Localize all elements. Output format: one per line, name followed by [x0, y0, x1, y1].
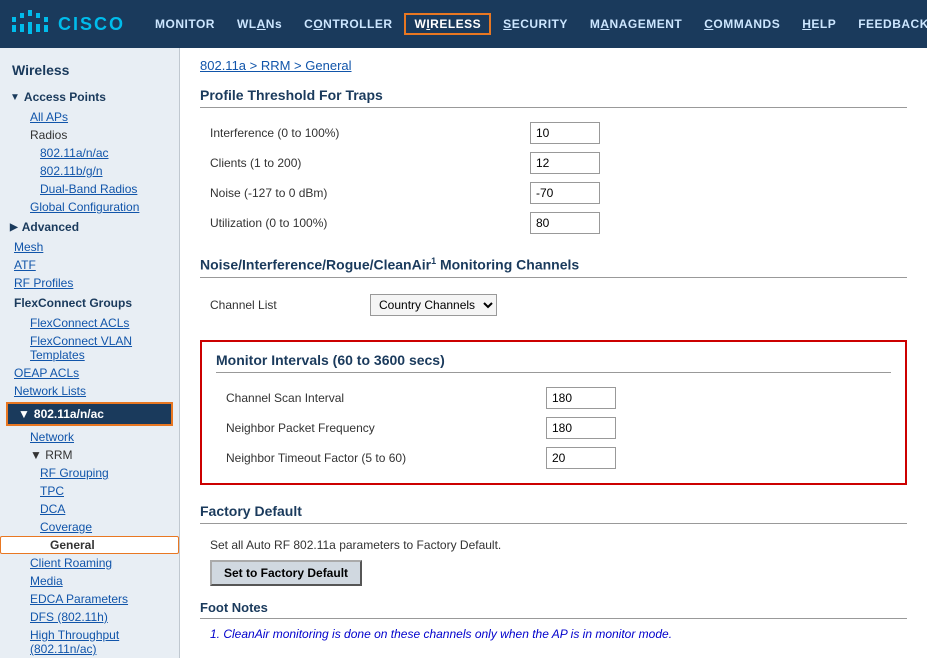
- nav-item-help[interactable]: HELP: [792, 13, 846, 35]
- footnotes-header: Foot Notes: [200, 600, 907, 619]
- expand-arrow-advanced-icon: ▶: [10, 222, 18, 233]
- main-content: 802.11a > RRM > General Profile Threshol…: [180, 48, 927, 658]
- neighbor-timeout-input[interactable]: [546, 447, 616, 469]
- top-navigation: CISCO MONITOR WLANs CONTROLLER WIRELESS …: [0, 0, 927, 48]
- noise-label: Noise (-127 to 0 dBm): [210, 186, 530, 200]
- sidebar-item-all-aps[interactable]: All APs: [0, 108, 179, 126]
- clients-input[interactable]: [530, 152, 600, 174]
- noise-row: Noise (-127 to 0 dBm): [200, 178, 907, 208]
- neighbor-packet-label: Neighbor Packet Frequency: [226, 421, 546, 435]
- noise-monitoring-section: Noise/Interference/Rogue/CleanAir1 Monit…: [200, 256, 907, 322]
- sidebar-item-advanced[interactable]: ▶ Advanced: [0, 216, 179, 238]
- nav-item-commands[interactable]: COMMANDS: [694, 13, 790, 35]
- footnote-1-text: 1. CleanAir monitoring is done on these …: [200, 625, 907, 643]
- nav-item-management[interactable]: MANAGEMENT: [580, 13, 692, 35]
- page-container: Wireless ▼ Access Points All APs Radios …: [0, 48, 927, 658]
- monitor-intervals-section: Monitor Intervals (60 to 3600 secs) Chan…: [200, 340, 907, 485]
- neighbor-timeout-label: Neighbor Timeout Factor (5 to 60): [226, 451, 546, 465]
- sidebar-item-dualband-radios[interactable]: Dual-Band Radios: [0, 180, 179, 198]
- neighbor-packet-input[interactable]: [546, 417, 616, 439]
- sidebar-item-access-points[interactable]: ▼ Access Points: [0, 86, 179, 108]
- sidebar-item-flexconnect-acls[interactable]: FlexConnect ACLs: [0, 314, 179, 332]
- channel-list-select[interactable]: Country Channels All Channels: [370, 294, 497, 316]
- sidebar-group-80211a[interactable]: ▼ 802.11a/n/ac: [6, 402, 173, 426]
- clients-label: Clients (1 to 200): [210, 156, 530, 170]
- rrm-arrow-icon: ▼: [30, 448, 45, 462]
- factory-default-header: Factory Default: [200, 503, 907, 524]
- profile-threshold-section: Profile Threshold For Traps Interference…: [200, 87, 907, 238]
- channel-list-label: Channel List: [210, 298, 360, 312]
- sidebar-item-coverage[interactable]: Coverage: [0, 518, 179, 536]
- sidebar-item-general[interactable]: General: [0, 536, 179, 554]
- sidebar-item-radios[interactable]: Radios: [0, 126, 179, 144]
- cisco-logo-text: CISCO: [58, 14, 125, 35]
- sidebar-item-media[interactable]: Media: [0, 572, 179, 590]
- nav-item-wlans[interactable]: WLANs: [227, 13, 292, 35]
- sidebar-item-global-config[interactable]: Global Configuration: [0, 198, 179, 216]
- profile-threshold-header: Profile Threshold For Traps: [200, 87, 907, 108]
- channel-scan-row: Channel Scan Interval: [216, 383, 891, 413]
- sidebar-item-atf[interactable]: ATF: [0, 256, 179, 274]
- nav-item-security[interactable]: SECURITY: [493, 13, 578, 35]
- cisco-logo-icon: [10, 8, 50, 41]
- channel-list-row: Channel List Country Channels All Channe…: [200, 288, 907, 322]
- utilization-row: Utilization (0 to 100%): [200, 208, 907, 238]
- nav-item-monitor[interactable]: MONITOR: [145, 13, 225, 35]
- sidebar-item-tpc[interactable]: TPC: [0, 482, 179, 500]
- nav-item-feedback[interactable]: FEEDBACK: [848, 13, 927, 35]
- utilization-label: Utilization (0 to 100%): [210, 216, 530, 230]
- logo-area: CISCO: [10, 8, 125, 41]
- neighbor-timeout-row: Neighbor Timeout Factor (5 to 60): [216, 443, 891, 473]
- sidebar-item-oeap-acls[interactable]: OEAP ACLs: [0, 364, 179, 382]
- sidebar-item-edca-parameters[interactable]: EDCA Parameters: [0, 590, 179, 608]
- monitor-intervals-header: Monitor Intervals (60 to 3600 secs): [216, 352, 891, 373]
- group-arrow-icon: ▼: [18, 407, 30, 421]
- interference-label: Interference (0 to 100%): [210, 126, 530, 140]
- sidebar-title: Wireless: [0, 56, 179, 86]
- sidebar-item-high-throughput[interactable]: High Throughput (802.11n/ac): [0, 626, 179, 658]
- noise-monitoring-header: Noise/Interference/Rogue/CleanAir1 Monit…: [200, 256, 907, 278]
- breadcrumb[interactable]: 802.11a > RRM > General: [200, 58, 907, 73]
- footnotes-section: Foot Notes 1. CleanAir monitoring is don…: [200, 600, 907, 643]
- factory-default-text: Set all Auto RF 802.11a parameters to Fa…: [200, 534, 907, 560]
- nav-item-wireless[interactable]: WIRELESS: [404, 13, 491, 35]
- sidebar-item-network[interactable]: Network: [0, 428, 179, 446]
- sidebar-item-rrm[interactable]: ▼ RRM: [0, 446, 179, 464]
- expand-arrow-icon: ▼: [10, 92, 20, 103]
- channel-scan-input[interactable]: [546, 387, 616, 409]
- clients-row: Clients (1 to 200): [200, 148, 907, 178]
- sidebar-item-dca[interactable]: DCA: [0, 500, 179, 518]
- sidebar-item-flexconnect-groups[interactable]: FlexConnect Groups: [0, 292, 179, 314]
- sidebar-item-flexconnect-vlan[interactable]: FlexConnect VLAN Templates: [0, 332, 179, 364]
- sidebar-item-rf-profiles[interactable]: RF Profiles: [0, 274, 179, 292]
- sidebar-item-80211b-radios[interactable]: 802.11b/g/n: [0, 162, 179, 180]
- factory-default-section: Factory Default Set all Auto RF 802.11a …: [200, 503, 907, 586]
- nav-menu: MONITOR WLANs CONTROLLER WIRELESS SECURI…: [145, 13, 927, 35]
- interference-input[interactable]: [530, 122, 600, 144]
- sidebar: Wireless ▼ Access Points All APs Radios …: [0, 48, 180, 658]
- noise-input[interactable]: [530, 182, 600, 204]
- sidebar-item-network-lists[interactable]: Network Lists: [0, 382, 179, 400]
- set-factory-default-button[interactable]: Set to Factory Default: [210, 560, 362, 586]
- sidebar-item-client-roaming[interactable]: Client Roaming: [0, 554, 179, 572]
- interference-row: Interference (0 to 100%): [200, 118, 907, 148]
- channel-scan-label: Channel Scan Interval: [226, 391, 546, 405]
- neighbor-packet-row: Neighbor Packet Frequency: [216, 413, 891, 443]
- utilization-input[interactable]: [530, 212, 600, 234]
- sidebar-item-dfs[interactable]: DFS (802.11h): [0, 608, 179, 626]
- sidebar-item-mesh[interactable]: Mesh: [0, 238, 179, 256]
- sidebar-item-rf-grouping[interactable]: RF Grouping: [0, 464, 179, 482]
- nav-item-controller[interactable]: CONTROLLER: [294, 13, 402, 35]
- sidebar-item-80211a-radios[interactable]: 802.11a/n/ac: [0, 144, 179, 162]
